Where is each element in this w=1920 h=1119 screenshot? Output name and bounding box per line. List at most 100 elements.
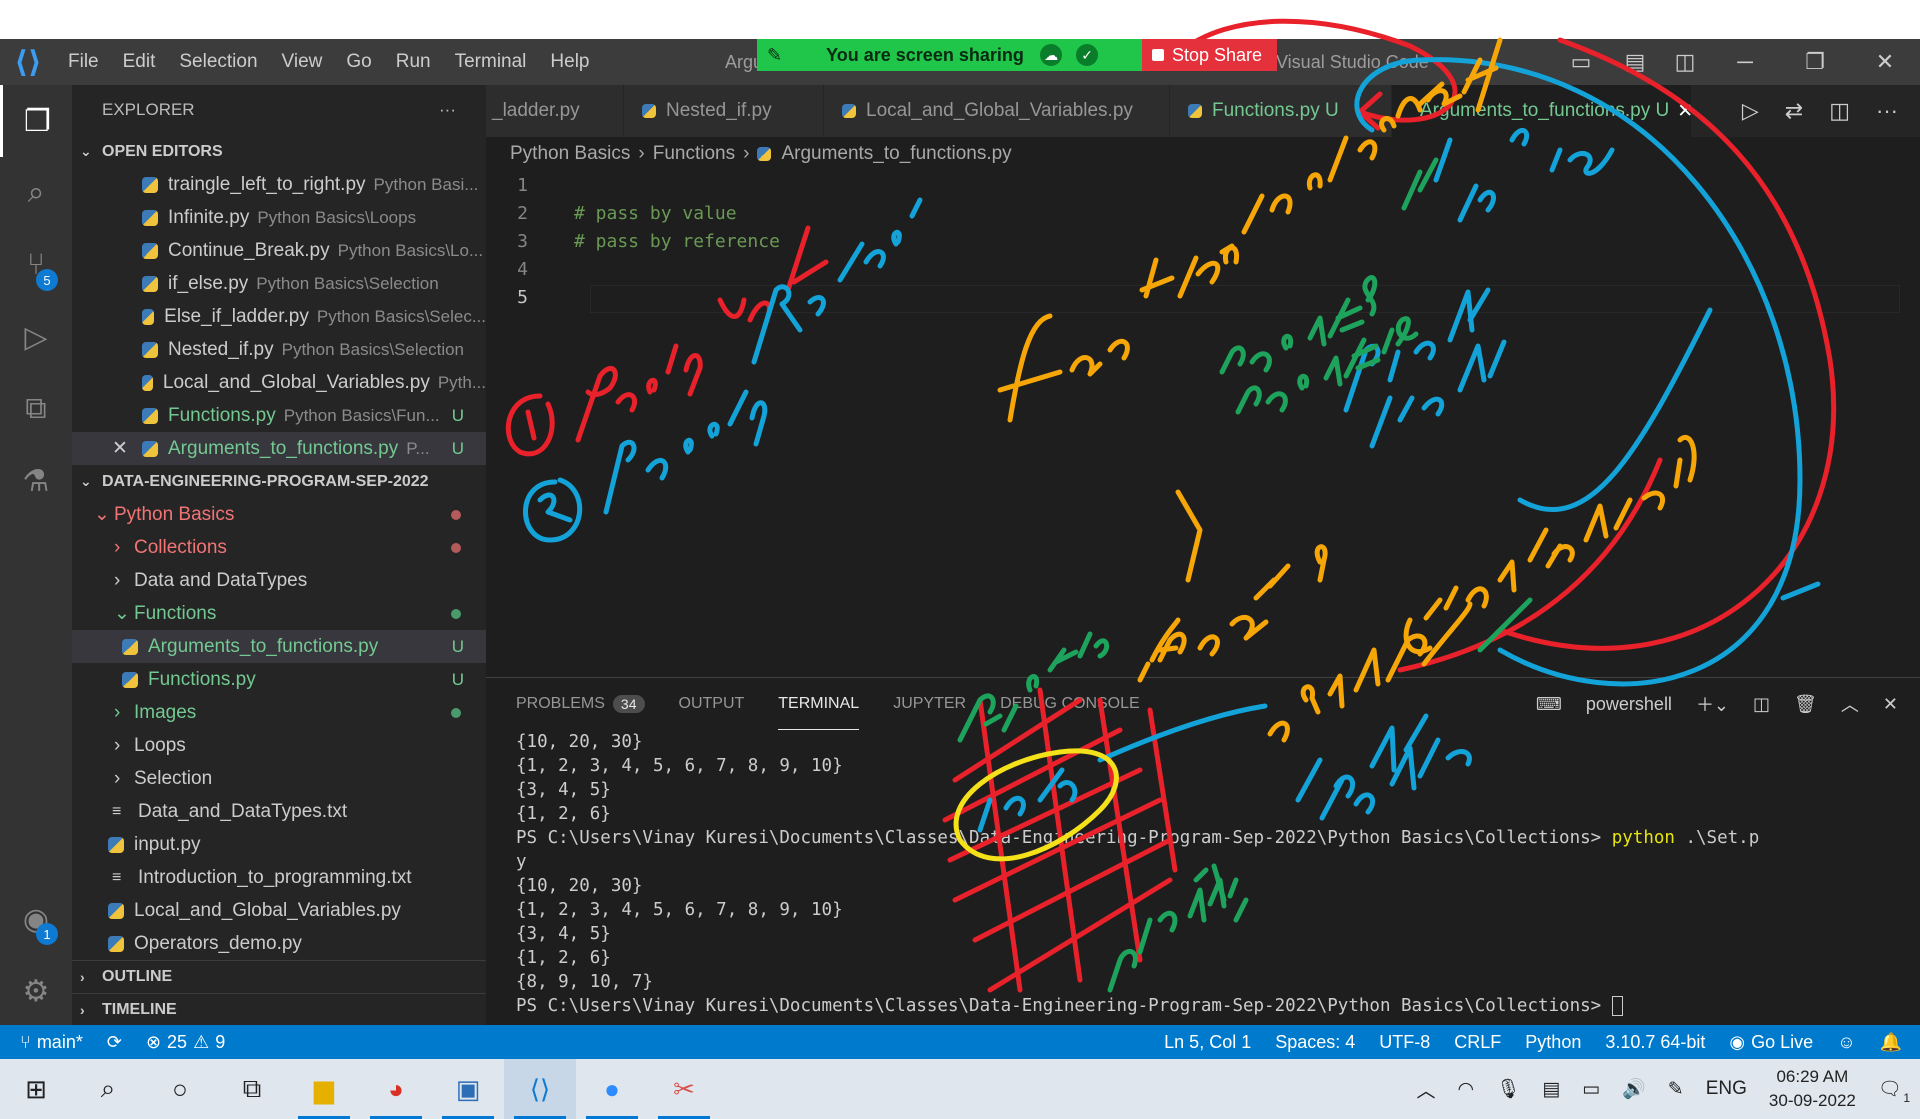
tree-folder-selection[interactable]: › Selection [72, 762, 486, 795]
close-tab-icon[interactable]: ✕ [1677, 100, 1691, 123]
tree-file-arguments[interactable]: Arguments_to_functions.py U [72, 630, 486, 663]
open-editor-item[interactable]: Infinite.py Python Basics\Loops [72, 201, 486, 234]
taskbar-search-icon[interactable]: ⌕ [72, 1059, 144, 1119]
explorer-icon[interactable]: ❐ [0, 85, 72, 157]
line-endings[interactable]: CRLF [1442, 1032, 1513, 1053]
sync-icon[interactable]: ⟳ [95, 1032, 134, 1053]
open-editor-item-active[interactable]: ✕ Arguments_to_functions.py P... U [72, 432, 486, 465]
tree-folder-images[interactable]: › Images [72, 696, 486, 729]
shell-name[interactable]: powershell [1586, 694, 1672, 715]
menu-edit[interactable]: Edit [111, 51, 168, 73]
close-window-button[interactable]: ✕ [1850, 39, 1920, 85]
panel-tab-jupyter[interactable]: JUPYTER [893, 678, 966, 730]
open-editor-item[interactable]: Continue_Break.py Python Basics\Lo... [72, 234, 486, 267]
code-editor[interactable]: Python Basics › Functions › Arguments_to… [486, 137, 1920, 677]
tree-folder-python-basics[interactable]: ⌄ Python Basics [72, 498, 486, 531]
open-editor-item[interactable]: Local_and_Global_Variables.py Pyth... [72, 366, 486, 399]
tree-file-operators[interactable]: Operators_demo.py [72, 927, 486, 960]
task-view-icon[interactable]: ⧉ [216, 1059, 288, 1119]
close-editor-icon[interactable]: ✕ [112, 437, 142, 460]
tab-local-global[interactable]: Local_and_Global_Variables.py [824, 85, 1170, 137]
tree-file-intro-txt[interactable]: ≡ Introduction_to_programming.txt [72, 861, 486, 894]
tree-folder-functions[interactable]: ⌄ Functions [72, 597, 486, 630]
open-editors-section[interactable]: ⌄ OPEN EDITORS [72, 135, 486, 168]
open-editor-item[interactable]: Else_if_ladder.py Python Basics\Selec... [72, 300, 486, 333]
search-icon[interactable]: ⌕ [0, 157, 72, 229]
problems-indicator[interactable]: ⊗ 25 ⚠ 9 [134, 1032, 237, 1053]
breadcrumb-file[interactable]: Arguments_to_functions.py [781, 143, 1011, 165]
run-icon[interactable]: ▷ [1742, 98, 1759, 124]
wifi-icon[interactable]: ◠ [1458, 1078, 1475, 1101]
panel-tab-debug-console[interactable]: DEBUG CONSOLE [1000, 678, 1140, 730]
microphone-icon[interactable]: 🎙 [1496, 1077, 1520, 1101]
trash-icon[interactable]: 🗑 [1794, 694, 1817, 715]
tree-file-functions[interactable]: Functions.py U [72, 663, 486, 696]
menu-run[interactable]: Run [384, 51, 443, 73]
tree-file-input[interactable]: input.py [72, 828, 486, 861]
zoom-icon[interactable]: ● [576, 1059, 648, 1119]
tree-file-data-txt[interactable]: ≡ Data_and_DataTypes.txt [72, 795, 486, 828]
branch-indicator[interactable]: ⑂ main* [0, 1032, 95, 1053]
panel-tab-problems[interactable]: PROBLEMS 34 [516, 678, 645, 730]
more-icon[interactable]: ··· [1876, 98, 1898, 124]
source-control-icon[interactable]: ⑂ 5 [0, 229, 72, 301]
open-editor-item[interactable]: Functions.py Python Basics\Fun... U [72, 399, 486, 432]
input-language[interactable]: ENG [1706, 1078, 1747, 1100]
remote-desktop-icon[interactable]: ▣ [432, 1059, 504, 1119]
breadcrumb-folder[interactable]: Functions [653, 143, 735, 165]
chevron-up-icon[interactable]: ︿ [1416, 1076, 1435, 1103]
tree-folder-data-types[interactable]: › Data and DataTypes [72, 564, 486, 597]
settings-gear-icon[interactable]: ⚙ [0, 955, 72, 1027]
tree-file-local-global[interactable]: Local_and_Global_Variables.py [72, 894, 486, 927]
notifications-icon[interactable]: 🗨 1 [1878, 1077, 1910, 1105]
python-interpreter[interactable]: 3.10.7 64-bit [1593, 1032, 1717, 1053]
split-terminal-icon[interactable]: ◫ [1753, 694, 1770, 715]
maximize-panel-icon[interactable]: ︿ [1841, 691, 1859, 717]
language-mode[interactable]: Python [1513, 1032, 1593, 1053]
timeline-section[interactable]: › TIMELINE [72, 993, 486, 1025]
panel-tab-output[interactable]: OUTPUT [679, 678, 745, 730]
battery-icon[interactable]: ▭ [1582, 1078, 1600, 1101]
tab-nested-if[interactable]: Nested_if.py [624, 85, 824, 137]
bell-icon[interactable]: 🔔 [1868, 1032, 1920, 1053]
feedback-icon[interactable]: ☺ [1825, 1032, 1867, 1053]
open-editor-item[interactable]: if_else.py Python Basics\Selection [72, 267, 486, 300]
new-terminal-icon[interactable]: ＋⌄ [1696, 691, 1729, 717]
outline-section[interactable]: › OUTLINE [72, 960, 486, 993]
menu-selection[interactable]: Selection [167, 51, 269, 73]
project-section[interactable]: ⌄ DATA-ENGINEERING-PROGRAM-SEP-2022 [72, 465, 486, 498]
windows-start-icon[interactable]: ⊞ [0, 1059, 72, 1119]
menu-help[interactable]: Help [538, 51, 601, 73]
terminal-output[interactable]: {10, 20, 30} {1, 2, 3, 4, 5, 6, 7, 8, 9, … [486, 730, 1920, 1018]
restore-button[interactable]: ❐ [1780, 39, 1850, 85]
indentation[interactable]: Spaces: 4 [1263, 1032, 1367, 1053]
menu-file[interactable]: File [56, 51, 111, 73]
menu-terminal[interactable]: Terminal [443, 51, 539, 73]
stop-share-button[interactable]: Stop Share [1142, 39, 1277, 71]
clock[interactable]: 06:29 AM 30-09-2022 [1769, 1065, 1856, 1113]
chrome-icon[interactable]: ◕ [360, 1059, 432, 1119]
breadcrumb-folder[interactable]: Python Basics [510, 143, 630, 165]
file-explorer-icon[interactable]: ▆ [288, 1059, 360, 1119]
share-pin-icon[interactable]: ✎ [767, 45, 782, 66]
open-editor-item[interactable]: traingle_left_to_right.py Python Basi... [72, 168, 486, 201]
cursor-position[interactable]: Ln 5, Col 1 [1152, 1032, 1263, 1053]
tree-folder-collections[interactable]: › Collections [72, 531, 486, 564]
testing-icon[interactable]: ⚗ [0, 445, 72, 517]
tab-functions[interactable]: Functions.py U [1170, 85, 1392, 137]
pen-icon[interactable]: ✎ [1668, 1078, 1684, 1101]
split-icon[interactable]: ◫ [1660, 39, 1710, 85]
close-panel-icon[interactable]: ✕ [1883, 694, 1898, 715]
run-debug-icon[interactable]: ▷ [0, 301, 72, 373]
more-actions-icon[interactable]: ··· [439, 100, 456, 120]
snipping-tool-icon[interactable]: ✂ [648, 1059, 720, 1119]
menu-go[interactable]: Go [334, 51, 383, 73]
onedrive-icon[interactable]: ▤ [1542, 1078, 1560, 1101]
tab-else-if-ladder[interactable]: _ladder.py [486, 85, 624, 137]
vscode-taskbar-icon[interactable]: ⟨⟩ [504, 1059, 576, 1119]
minimize-button[interactable]: ─ [1710, 39, 1780, 85]
extensions-icon[interactable]: ⧉ [0, 373, 72, 445]
go-live-button[interactable]: ◉ Go Live [1717, 1032, 1825, 1053]
panel-tab-terminal[interactable]: TERMINAL [778, 678, 860, 730]
volume-icon[interactable]: 🔊 [1622, 1077, 1646, 1101]
